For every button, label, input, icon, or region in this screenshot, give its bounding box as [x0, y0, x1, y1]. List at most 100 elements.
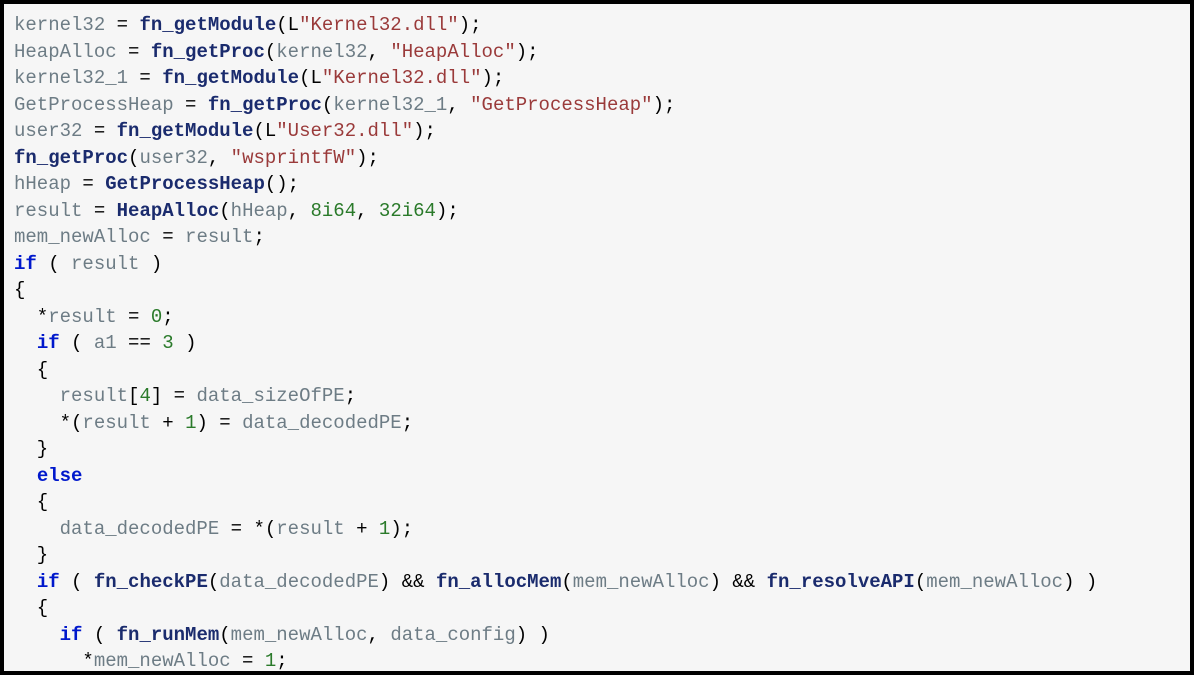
- code-token: a1: [94, 332, 117, 354]
- code-token: ): [139, 253, 162, 275]
- code-token: else: [37, 465, 83, 487]
- code-token: (: [219, 200, 230, 222]
- code-token: {: [14, 279, 25, 301]
- code-token: (: [60, 571, 94, 593]
- code-line[interactable]: result[4] = data_sizeOfPE;: [14, 385, 356, 407]
- code-token: [: [128, 385, 139, 407]
- code-token: );: [459, 14, 482, 36]
- code-token: );: [482, 67, 505, 89]
- code-token: [14, 518, 60, 540]
- code-line[interactable]: mem_newAlloc = result;: [14, 226, 265, 248]
- code-token: );: [390, 518, 413, 540]
- code-token: 0: [151, 306, 162, 328]
- code-token: data_decodedPE: [242, 412, 402, 434]
- code-line[interactable]: }: [14, 438, 48, 460]
- code-token: {: [14, 359, 48, 381]
- code-token: +: [151, 412, 185, 434]
- code-token: +: [345, 518, 379, 540]
- code-line[interactable]: {: [14, 491, 48, 513]
- code-token: [14, 571, 37, 593]
- code-line[interactable]: {: [14, 359, 48, 381]
- code-line[interactable]: hHeap = GetProcessHeap();: [14, 173, 299, 195]
- code-token: result: [48, 306, 116, 328]
- code-line[interactable]: kernel32_1 = fn_getModule(L"Kernel32.dll…: [14, 67, 504, 89]
- code-token: (: [299, 67, 310, 89]
- code-line[interactable]: user32 = fn_getModule(L"User32.dll");: [14, 120, 436, 142]
- code-token: ) ): [516, 624, 550, 646]
- code-token: result: [82, 412, 150, 434]
- code-token: {: [14, 491, 48, 513]
- code-token: hHeap: [14, 173, 71, 195]
- code-token: ,: [208, 147, 231, 169]
- code-token: user32: [14, 120, 82, 142]
- code-token: fn_getProc: [14, 147, 128, 169]
- code-token: );: [516, 41, 539, 63]
- code-line[interactable]: {: [14, 597, 48, 619]
- code-token: );: [356, 147, 379, 169]
- code-line[interactable]: fn_getProc(user32, "wsprintfW");: [14, 147, 379, 169]
- code-token: (: [208, 571, 219, 593]
- code-token: hHeap: [231, 200, 288, 222]
- code-token: ;: [345, 385, 356, 407]
- code-token: (: [82, 624, 116, 646]
- code-token: L: [288, 14, 299, 36]
- code-token: (: [276, 14, 287, 36]
- code-token: =: [117, 306, 151, 328]
- code-token: "GetProcessHeap": [470, 94, 652, 116]
- code-token: "User32.dll": [276, 120, 413, 142]
- code-token: ,: [288, 200, 311, 222]
- code-token: HeapAlloc: [117, 200, 220, 222]
- code-token: [14, 332, 37, 354]
- code-line[interactable]: *(result + 1) = data_decodedPE;: [14, 412, 413, 434]
- code-frame: kernel32 = fn_getModule(L"Kernel32.dll")…: [0, 0, 1194, 675]
- code-token: if: [37, 571, 60, 593]
- code-token: =: [105, 14, 139, 36]
- code-token: (: [253, 120, 264, 142]
- code-line[interactable]: if ( result ): [14, 253, 162, 275]
- code-token: }: [14, 438, 48, 460]
- code-token: ,: [368, 624, 391, 646]
- code-token: =: [82, 120, 116, 142]
- code-token: L: [265, 120, 276, 142]
- code-token: fn_getModule: [162, 67, 299, 89]
- code-token: ,: [356, 200, 379, 222]
- code-token: "Kernel32.dll": [322, 67, 482, 89]
- code-line[interactable]: if ( fn_runMem(mem_newAlloc, data_config…: [14, 624, 550, 646]
- code-token: result: [60, 385, 128, 407]
- code-token: fn_getProc: [151, 41, 265, 63]
- code-line[interactable]: kernel32 = fn_getModule(L"Kernel32.dll")…: [14, 14, 482, 36]
- decompiled-code[interactable]: kernel32 = fn_getModule(L"Kernel32.dll")…: [14, 12, 1180, 675]
- code-token: mem_newAlloc: [94, 650, 231, 672]
- code-line[interactable]: {: [14, 279, 25, 301]
- code-token: [14, 624, 60, 646]
- code-token: ;: [253, 226, 264, 248]
- code-token: *: [14, 650, 94, 672]
- code-token: if: [37, 332, 60, 354]
- code-line[interactable]: result = HeapAlloc(hHeap, 8i64, 32i64);: [14, 200, 459, 222]
- code-token: ] =: [151, 385, 197, 407]
- code-token: (: [322, 94, 333, 116]
- code-token: ): [174, 332, 197, 354]
- code-token: (: [219, 624, 230, 646]
- code-line[interactable]: *mem_newAlloc = 1;: [14, 650, 288, 672]
- code-token: result: [185, 226, 253, 248]
- code-token: "Kernel32.dll": [299, 14, 459, 36]
- code-line[interactable]: if ( fn_checkPE(data_decodedPE) && fn_al…: [14, 571, 1097, 593]
- code-token: =: [128, 67, 162, 89]
- code-token: );: [413, 120, 436, 142]
- code-line[interactable]: HeapAlloc = fn_getProc(kernel32, "HeapAl…: [14, 41, 539, 63]
- code-token: "wsprintfW": [231, 147, 356, 169]
- code-token: }: [14, 544, 48, 566]
- code-token: ) =: [196, 412, 242, 434]
- code-line[interactable]: data_decodedPE = *(result + 1);: [14, 518, 413, 540]
- code-token: kernel32: [276, 41, 367, 63]
- code-token: ;: [402, 412, 413, 434]
- code-token: *(: [14, 412, 82, 434]
- code-line[interactable]: else: [14, 465, 82, 487]
- code-line[interactable]: GetProcessHeap = fn_getProc(kernel32_1, …: [14, 94, 675, 116]
- code-line[interactable]: if ( a1 == 3 ): [14, 332, 196, 354]
- code-token: mem_newAlloc: [926, 571, 1063, 593]
- code-line[interactable]: }: [14, 544, 48, 566]
- code-line[interactable]: *result = 0;: [14, 306, 174, 328]
- code-token: fn_getProc: [208, 94, 322, 116]
